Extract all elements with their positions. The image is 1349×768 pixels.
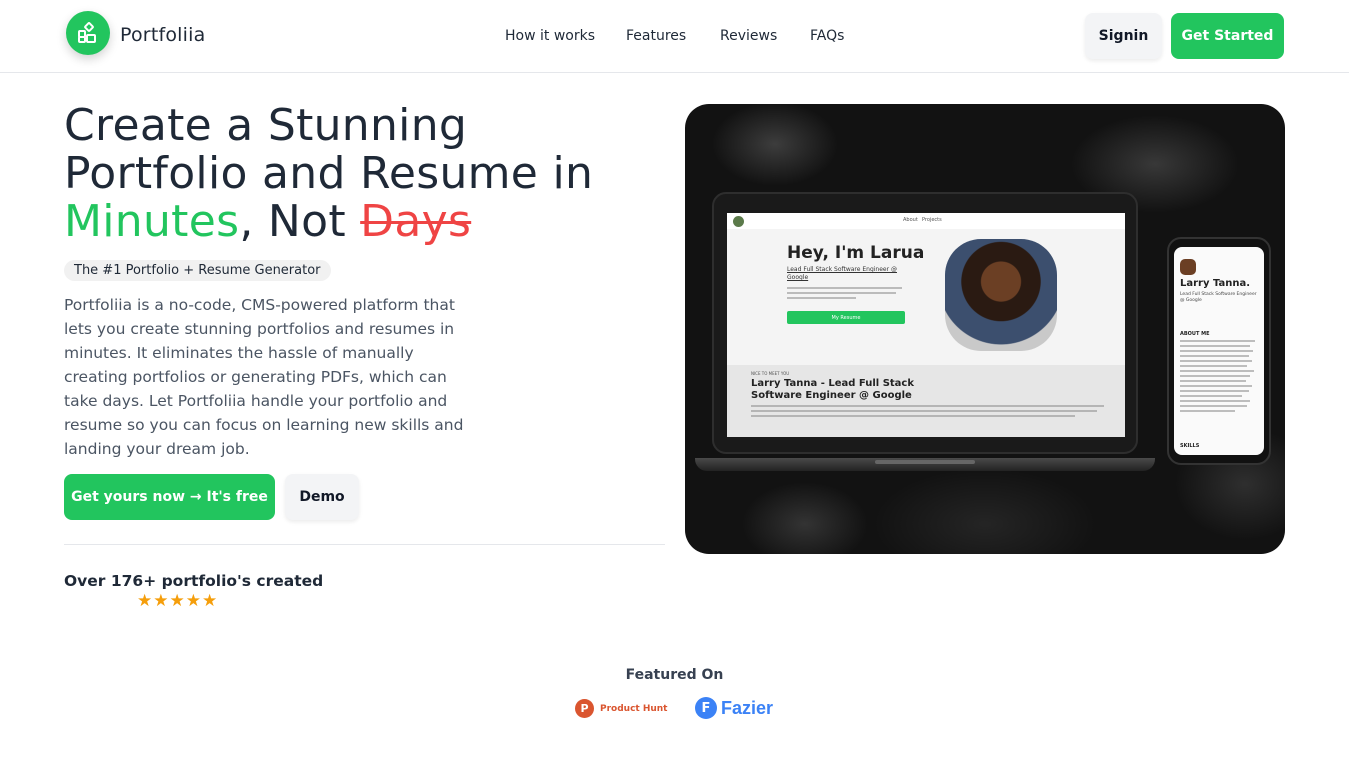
mock-nice-to-meet: NICE TO MEET YOU xyxy=(751,371,790,376)
site-header: Portfoliia How it works Features Reviews… xyxy=(0,0,1349,73)
laptop-mockup: About Projects Hey, I'm Larua Lead Full … xyxy=(712,192,1138,454)
mock-navbar: About Projects xyxy=(727,213,1125,229)
star-icon: ★ xyxy=(202,591,218,611)
star-icon: ★ xyxy=(185,591,201,611)
laptop-notch xyxy=(875,460,975,464)
mock-phone-about: ABOUT ME xyxy=(1180,331,1210,337)
mock-avatar xyxy=(733,216,744,227)
mock-name-line2: Software Engineer @ Google xyxy=(751,390,912,401)
mock-about-section: NICE TO MEET YOU Larry Tanna - Lead Full… xyxy=(727,365,1125,437)
hero-title-days: Days xyxy=(360,196,472,247)
portfolio-count: Over 176+ portfolio's created xyxy=(64,572,324,590)
mock-name: Larry Tanna - Lead Full Stack Software E… xyxy=(751,378,914,402)
star-icon: ★ xyxy=(153,591,169,611)
mock-resume-button: My Resume xyxy=(787,311,905,324)
hero-title: Create a Stunning Portfolio and Resume i… xyxy=(64,102,664,246)
signin-button[interactable]: Signin xyxy=(1085,13,1162,59)
get-yours-button[interactable]: Get yours now → It's free xyxy=(64,474,275,520)
hero-title-not: , Not xyxy=(239,196,361,247)
hero-tag: The #1 Portfolio + Resume Generator xyxy=(64,260,331,281)
demo-button[interactable]: Demo xyxy=(285,474,359,520)
mock-role: Lead Full Stack Software Engineer @ Goog… xyxy=(787,266,897,281)
phone-screen: Larry Tanna. Lead Full Stack Software En… xyxy=(1174,247,1264,455)
mock-phone-role: Lead Full Stack Software Engineer @ Goog… xyxy=(1180,292,1257,303)
hero-description: Portfoliia is a no-code, CMS-powered pla… xyxy=(64,296,464,458)
phone-mockup: Larry Tanna. Lead Full Stack Software En… xyxy=(1167,237,1271,465)
mock-phone-name: Larry Tanna. xyxy=(1180,278,1251,289)
mock-phone-skills: SKILLS xyxy=(1180,443,1200,449)
mock-name-line1: Larry Tanna - Lead Full Stack xyxy=(751,378,915,389)
mock-about-text xyxy=(751,405,1111,420)
fazier-label: Fazier xyxy=(721,697,774,718)
hero-divider xyxy=(64,544,665,545)
nav-reviews[interactable]: Reviews xyxy=(720,28,777,44)
nav-faqs[interactable]: FAQs xyxy=(810,28,844,44)
mock-nav-about: About xyxy=(903,217,918,223)
mock-intro-text xyxy=(787,287,902,302)
brand-name[interactable]: Portfoliia xyxy=(120,24,205,46)
mock-nav-projects: Projects xyxy=(922,217,942,223)
star-icon: ★ xyxy=(169,591,185,611)
hero-title-line3: Minutes, Not Days xyxy=(64,198,664,246)
rating-stars: ★ ★ ★ ★ ★ xyxy=(137,593,217,610)
fazier-icon: F xyxy=(695,697,717,719)
hero-showcase-image: About Projects Hey, I'm Larua Lead Full … xyxy=(685,104,1285,554)
featured-heading: Featured On xyxy=(625,667,724,683)
mock-phone-avatar xyxy=(1180,259,1196,275)
mock-greeting: Hey, I'm Larua xyxy=(787,243,925,263)
product-hunt-icon: P xyxy=(575,699,594,718)
nav-features[interactable]: Features xyxy=(626,28,686,44)
laptop-screen: About Projects Hey, I'm Larua Lead Full … xyxy=(727,213,1125,437)
nav-how-it-works[interactable]: How it works xyxy=(505,28,595,44)
product-hunt-label: Product Hunt xyxy=(600,703,668,714)
logo-icon[interactable] xyxy=(66,11,110,55)
star-icon: ★ xyxy=(137,591,153,611)
mock-profile-photo xyxy=(945,239,1057,351)
product-hunt-badge[interactable]: P Product Hunt xyxy=(575,699,668,718)
hero-title-minutes: Minutes xyxy=(64,196,240,247)
hero-title-line2: Portfolio and Resume in xyxy=(64,148,594,199)
mock-phone-about-text xyxy=(1180,340,1258,415)
get-started-button[interactable]: Get Started xyxy=(1171,13,1284,59)
hero-title-line1: Create a Stunning xyxy=(64,100,468,151)
fazier-badge[interactable]: F Fazier xyxy=(695,697,773,719)
